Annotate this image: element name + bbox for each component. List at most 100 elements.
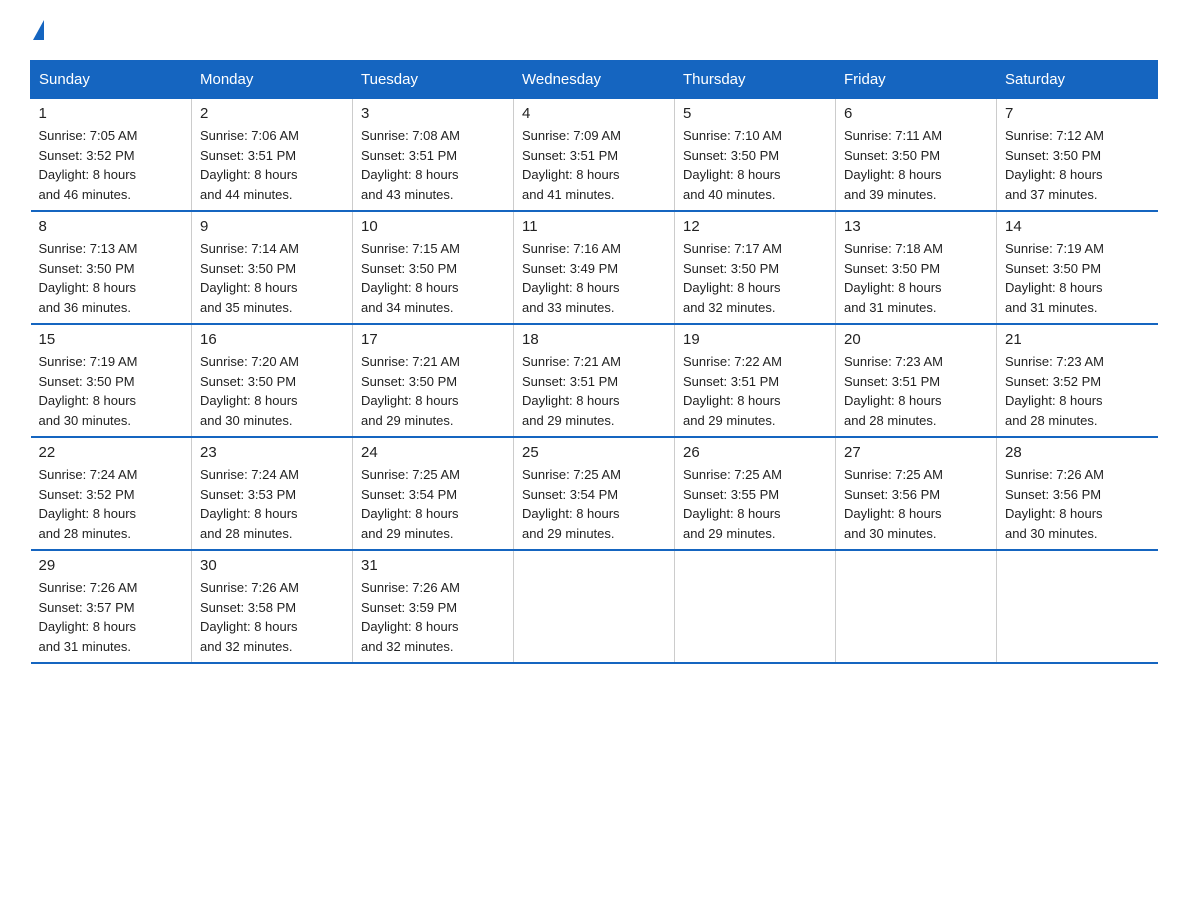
day-info: Sunrise: 7:26 AMSunset: 3:59 PMDaylight:…: [361, 578, 505, 656]
day-info: Sunrise: 7:17 AMSunset: 3:50 PMDaylight:…: [683, 239, 827, 317]
day-number: 21: [1005, 331, 1150, 348]
day-number: 4: [522, 105, 666, 122]
day-info: Sunrise: 7:23 AMSunset: 3:52 PMDaylight:…: [1005, 352, 1150, 430]
day-info: Sunrise: 7:24 AMSunset: 3:52 PMDaylight:…: [39, 465, 184, 543]
calendar-cell: 19 Sunrise: 7:22 AMSunset: 3:51 PMDayligh…: [675, 324, 836, 437]
day-number: 3: [361, 105, 505, 122]
day-number: 16: [200, 331, 344, 348]
day-info: Sunrise: 7:26 AMSunset: 3:57 PMDaylight:…: [39, 578, 184, 656]
day-number: 14: [1005, 218, 1150, 235]
day-number: 26: [683, 444, 827, 461]
weekday-header-monday: Monday: [192, 61, 353, 99]
calendar-cell: 1 Sunrise: 7:05 AMSunset: 3:52 PMDaylight…: [31, 99, 192, 212]
day-number: 31: [361, 557, 505, 574]
weekday-header-row: SundayMondayTuesdayWednesdayThursdayFrid…: [31, 61, 1158, 99]
day-info: Sunrise: 7:25 AMSunset: 3:54 PMDaylight:…: [522, 465, 666, 543]
day-number: 5: [683, 105, 827, 122]
weekday-header-wednesday: Wednesday: [514, 61, 675, 99]
day-info: Sunrise: 7:24 AMSunset: 3:53 PMDaylight:…: [200, 465, 344, 543]
day-number: 7: [1005, 105, 1150, 122]
calendar-cell: 24Sunrise: 7:25 AMSunset: 3:54 PMDayligh…: [353, 437, 514, 550]
calendar-cell: 28Sunrise: 7:26 AMSunset: 3:56 PMDayligh…: [997, 437, 1158, 550]
weekday-header-tuesday: Tuesday: [353, 61, 514, 99]
day-number: 19: [683, 331, 827, 348]
calendar-cell: 11 Sunrise: 7:16 AMSunset: 3:49 PMDayligh…: [514, 211, 675, 324]
weekday-header-friday: Friday: [836, 61, 997, 99]
day-info: Sunrise: 7:11 AMSunset: 3:50 PMDaylight:…: [844, 126, 988, 204]
calendar-table: SundayMondayTuesdayWednesdayThursdayFrid…: [30, 60, 1158, 664]
calendar-cell: 30 Sunrise: 7:26 AMSunset: 3:58 PMDayligh…: [192, 550, 353, 663]
day-info: Sunrise: 7:23 AMSunset: 3:51 PMDaylight:…: [844, 352, 988, 430]
day-number: 2: [200, 105, 344, 122]
day-info: Sunrise: 7:12 AMSunset: 3:50 PMDaylight:…: [1005, 126, 1150, 204]
calendar-cell: 20Sunrise: 7:23 AMSunset: 3:51 PMDayligh…: [836, 324, 997, 437]
calendar-cell: 14 Sunrise: 7:19 AMSunset: 3:50 PMDayligh…: [997, 211, 1158, 324]
day-number: 25: [522, 444, 666, 461]
day-info: Sunrise: 7:19 AMSunset: 3:50 PMDaylight:…: [1005, 239, 1150, 317]
calendar-cell: 3Sunrise: 7:08 AMSunset: 3:51 PMDaylight…: [353, 99, 514, 212]
day-info: Sunrise: 7:16 AMSunset: 3:49 PMDaylight:…: [522, 239, 666, 317]
calendar-cell: 13Sunrise: 7:18 AMSunset: 3:50 PMDayligh…: [836, 211, 997, 324]
calendar-cell: 17 Sunrise: 7:21 AMSunset: 3:50 PMDayligh…: [353, 324, 514, 437]
calendar-cell: 2 Sunrise: 7:06 AMSunset: 3:51 PMDaylight…: [192, 99, 353, 212]
day-info: Sunrise: 7:21 AMSunset: 3:51 PMDaylight:…: [522, 352, 666, 430]
calendar-week-row: 22 Sunrise: 7:24 AMSunset: 3:52 PMDayligh…: [31, 437, 1158, 550]
logo-triangle-icon: [33, 20, 44, 40]
day-number: 11: [522, 218, 666, 235]
calendar-cell: 12 Sunrise: 7:17 AMSunset: 3:50 PMDayligh…: [675, 211, 836, 324]
calendar-week-row: 1 Sunrise: 7:05 AMSunset: 3:52 PMDaylight…: [31, 99, 1158, 212]
calendar-cell: 22 Sunrise: 7:24 AMSunset: 3:52 PMDayligh…: [31, 437, 192, 550]
day-info: Sunrise: 7:26 AMSunset: 3:58 PMDaylight:…: [200, 578, 344, 656]
calendar-cell: 10Sunrise: 7:15 AMSunset: 3:50 PMDayligh…: [353, 211, 514, 324]
calendar-week-row: 29 Sunrise: 7:26 AMSunset: 3:57 PMDayligh…: [31, 550, 1158, 663]
day-info: Sunrise: 7:10 AMSunset: 3:50 PMDaylight:…: [683, 126, 827, 204]
calendar-cell: 9Sunrise: 7:14 AMSunset: 3:50 PMDaylight…: [192, 211, 353, 324]
weekday-header-sunday: Sunday: [31, 61, 192, 99]
day-info: Sunrise: 7:15 AMSunset: 3:50 PMDaylight:…: [361, 239, 505, 317]
day-info: Sunrise: 7:25 AMSunset: 3:55 PMDaylight:…: [683, 465, 827, 543]
day-number: 22: [39, 444, 184, 461]
day-info: Sunrise: 7:21 AMSunset: 3:50 PMDaylight:…: [361, 352, 505, 430]
day-number: 27: [844, 444, 988, 461]
day-info: Sunrise: 7:06 AMSunset: 3:51 PMDaylight:…: [200, 126, 344, 204]
day-number: 15: [39, 331, 184, 348]
day-number: 29: [39, 557, 184, 574]
day-info: Sunrise: 7:05 AMSunset: 3:52 PMDaylight:…: [39, 126, 184, 204]
calendar-cell: 6Sunrise: 7:11 AMSunset: 3:50 PMDaylight…: [836, 99, 997, 212]
calendar-cell: 5 Sunrise: 7:10 AMSunset: 3:50 PMDaylight…: [675, 99, 836, 212]
day-number: 17: [361, 331, 505, 348]
calendar-cell: 21 Sunrise: 7:23 AMSunset: 3:52 PMDayligh…: [997, 324, 1158, 437]
calendar-cell: [514, 550, 675, 663]
weekday-header-thursday: Thursday: [675, 61, 836, 99]
calendar-cell: [836, 550, 997, 663]
calendar-cell: 4 Sunrise: 7:09 AMSunset: 3:51 PMDaylight…: [514, 99, 675, 212]
calendar-cell: 8 Sunrise: 7:13 AMSunset: 3:50 PMDaylight…: [31, 211, 192, 324]
calendar-cell: 7 Sunrise: 7:12 AMSunset: 3:50 PMDaylight…: [997, 99, 1158, 212]
day-number: 13: [844, 218, 988, 235]
calendar-cell: 23 Sunrise: 7:24 AMSunset: 3:53 PMDayligh…: [192, 437, 353, 550]
day-number: 24: [361, 444, 505, 461]
calendar-cell: 18 Sunrise: 7:21 AMSunset: 3:51 PMDayligh…: [514, 324, 675, 437]
day-info: Sunrise: 7:13 AMSunset: 3:50 PMDaylight:…: [39, 239, 184, 317]
logo: [30, 20, 44, 42]
day-info: Sunrise: 7:20 AMSunset: 3:50 PMDaylight:…: [200, 352, 344, 430]
day-info: Sunrise: 7:09 AMSunset: 3:51 PMDaylight:…: [522, 126, 666, 204]
day-number: 1: [39, 105, 184, 122]
calendar-cell: 26 Sunrise: 7:25 AMSunset: 3:55 PMDayligh…: [675, 437, 836, 550]
calendar-cell: 27 Sunrise: 7:25 AMSunset: 3:56 PMDayligh…: [836, 437, 997, 550]
day-info: Sunrise: 7:25 AMSunset: 3:56 PMDaylight:…: [844, 465, 988, 543]
day-number: 12: [683, 218, 827, 235]
calendar-cell: 29 Sunrise: 7:26 AMSunset: 3:57 PMDayligh…: [31, 550, 192, 663]
day-number: 23: [200, 444, 344, 461]
day-info: Sunrise: 7:22 AMSunset: 3:51 PMDaylight:…: [683, 352, 827, 430]
calendar-week-row: 8 Sunrise: 7:13 AMSunset: 3:50 PMDaylight…: [31, 211, 1158, 324]
page-header: [30, 20, 1158, 42]
day-number: 30: [200, 557, 344, 574]
day-info: Sunrise: 7:14 AMSunset: 3:50 PMDaylight:…: [200, 239, 344, 317]
calendar-cell: 31 Sunrise: 7:26 AMSunset: 3:59 PMDayligh…: [353, 550, 514, 663]
day-number: 8: [39, 218, 184, 235]
calendar-week-row: 15 Sunrise: 7:19 AMSunset: 3:50 PMDayligh…: [31, 324, 1158, 437]
day-number: 18: [522, 331, 666, 348]
day-info: Sunrise: 7:19 AMSunset: 3:50 PMDaylight:…: [39, 352, 184, 430]
calendar-cell: 16 Sunrise: 7:20 AMSunset: 3:50 PMDayligh…: [192, 324, 353, 437]
